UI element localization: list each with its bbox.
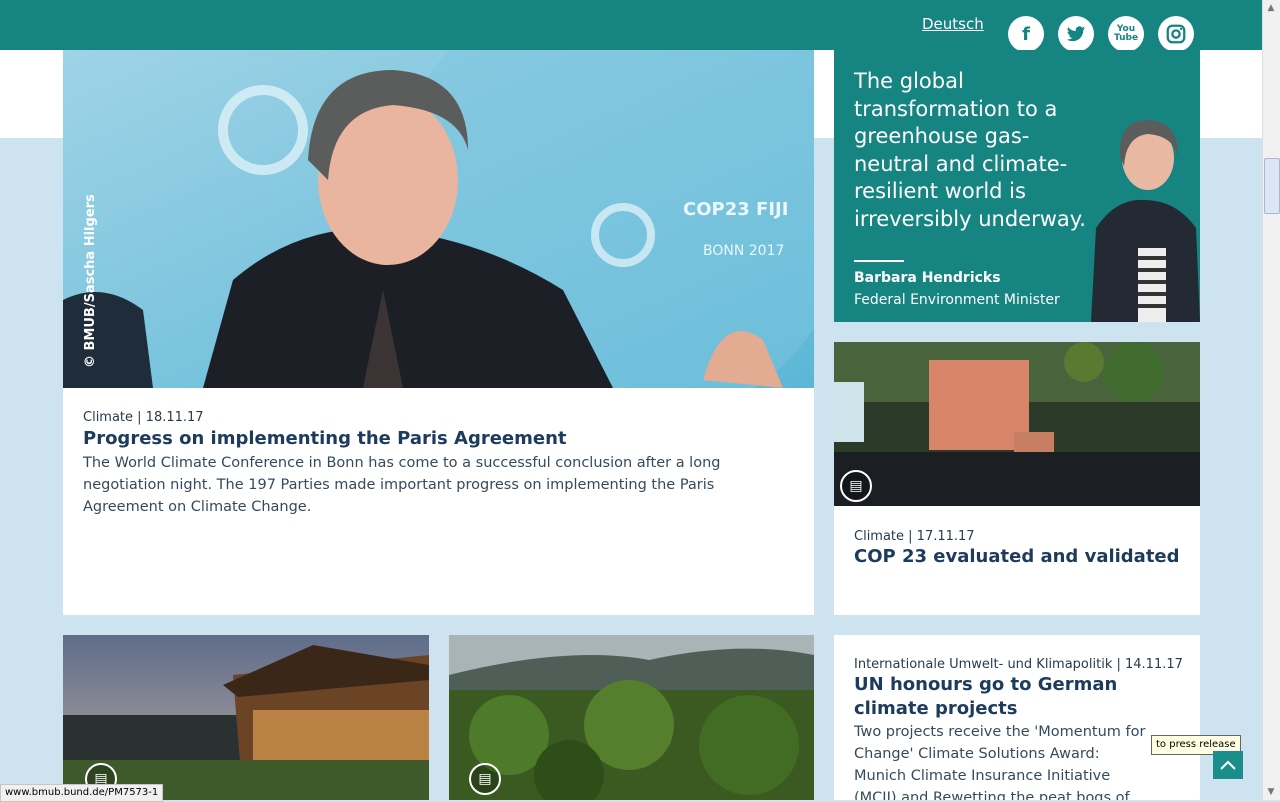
minister-portrait <box>1091 120 1200 322</box>
article-title[interactable]: UN honours go to German climate projects <box>854 673 1174 721</box>
instagram-icon[interactable] <box>1158 16 1194 52</box>
svg-text:COP23 FIJI: COP23 FIJI <box>683 199 788 220</box>
quote-author-role: Federal Environment Minister <box>854 292 1060 308</box>
quote-text: The global transformation to a greenhous… <box>854 69 1086 231</box>
scroll-up-arrow[interactable]: ▲ <box>1265 3 1277 13</box>
twitter-icon[interactable] <box>1058 16 1094 52</box>
scroll-down-arrow[interactable]: ▼ <box>1265 787 1277 797</box>
gallery-icon: ▤ <box>840 470 872 502</box>
scrollbar-thumb[interactable] <box>1264 158 1280 214</box>
back-to-top-button[interactable] <box>1213 751 1243 779</box>
temple-article-card[interactable]: ▤ <box>63 635 429 800</box>
cop23-article-card[interactable]: ▤ Climate | 17.11.17 COP 23 evaluated an… <box>834 342 1200 615</box>
cop23-photo <box>834 342 1200 506</box>
language-link[interactable]: Deutsch <box>922 15 984 33</box>
vertical-scrollbar[interactable] <box>1262 0 1280 800</box>
chevron-up-icon <box>1220 760 1236 770</box>
article-teaser: Two projects receive the 'Momentum for C… <box>854 724 1146 800</box>
article-teaser: The World Climate Conference in Bonn has… <box>83 455 721 515</box>
photo-credit: © BMUB/Sascha Hilgers <box>83 194 98 368</box>
article-meta: Climate | 18.11.17 <box>83 410 204 425</box>
article-meta: Climate | 17.11.17 <box>854 529 975 544</box>
article-title[interactable]: Progress on implementing the Paris Agree… <box>83 427 567 451</box>
minister-quote: The global transformation to a greenhous… <box>834 50 1200 322</box>
main-article-card[interactable]: COP23 FIJI BONN 2017 © BMUB/Sascha Hilge… <box>63 50 814 615</box>
article-meta: Internationale Umwelt- und Klimapolitik … <box>854 657 1183 672</box>
gallery-icon: ▤ <box>469 763 501 795</box>
article-title[interactable]: COP 23 evaluated and validated <box>854 545 1180 569</box>
main-article-photo: COP23 FIJI BONN 2017 <box>63 50 814 388</box>
forest-article-card[interactable]: ▤ <box>449 635 814 800</box>
status-bar-url: www.bmub.bund.de/PM7573-1 <box>0 784 164 802</box>
quote-author: Barbara Hendricks <box>854 270 1001 286</box>
un-article-card[interactable]: Internationale Umwelt- und Klimapolitik … <box>834 635 1200 800</box>
temple-photo <box>63 635 429 800</box>
quote-divider <box>854 260 904 262</box>
svg-text:BONN 2017: BONN 2017 <box>703 243 784 259</box>
forest-photo <box>449 635 814 800</box>
youtube-icon[interactable]: You Tube <box>1108 16 1144 52</box>
facebook-icon[interactable]: f <box>1008 16 1044 52</box>
